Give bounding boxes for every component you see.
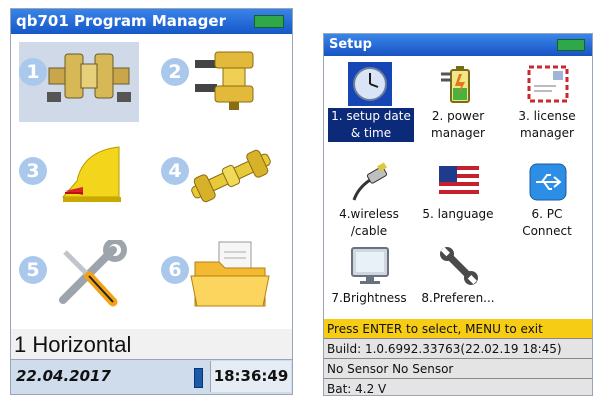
setup-item-label: 5. language (422, 207, 494, 221)
sensor-status: No Sensor No Sensor (324, 359, 592, 379)
date-display: 22.04.2017 (16, 367, 111, 385)
program-tile-settings[interactable]: 5 (19, 240, 139, 320)
flange-coupling-icon (195, 51, 254, 110)
program-tile-files[interactable]: 6 (161, 240, 281, 320)
setup-item-label: 7.Brightness (331, 291, 407, 305)
setup-item-label: 8.Preferen... (421, 291, 495, 305)
status-footer: 22.04.2017 18:36:49 (11, 359, 292, 394)
battery-icon (557, 39, 585, 51)
setup-item-label: 1. setup date & time (328, 108, 414, 142)
setup-item-label: 6. PC Connect (522, 207, 572, 238)
folder-icon (190, 241, 270, 307)
horizontal-machine-icon (47, 53, 131, 102)
license-envelope-icon (527, 65, 569, 103)
program-tile-cardan[interactable]: 4 (161, 141, 281, 221)
battery-voltage: Bat: 4.2 V (324, 379, 592, 395)
setup-item-label: 4.wireless/cable (339, 207, 399, 238)
sensor-icon (194, 368, 203, 388)
time-display: 18:36:49 (210, 361, 291, 392)
setup-item-label: 2. power manager (431, 109, 485, 140)
wrench-icon (440, 247, 478, 285)
program-manager-screen: qb701 Program Manager 1 2 3 4 5 6 1 Hori… (10, 8, 293, 395)
setup-item-label: 3. license manager (518, 109, 576, 140)
program-tile-horizontal[interactable]: 1 (19, 42, 139, 122)
setup-item-power-manager[interactable]: 2. power manager (413, 60, 503, 158)
setup-item-date-time[interactable]: 1. setup date & time (324, 60, 414, 158)
monitor-icon (351, 247, 389, 284)
cable-icon (352, 162, 388, 201)
flag-icon (439, 166, 479, 198)
cardan-shaft-icon (191, 149, 271, 203)
program-grid: 1 2 3 4 5 6 (11, 34, 292, 329)
selected-program-name: 1 Horizontal (11, 329, 292, 359)
battery-icon (254, 15, 284, 28)
setup-title: Setup (329, 37, 372, 52)
setup-titlebar: Setup (324, 34, 592, 56)
softfoot-icon (61, 146, 121, 202)
program-tile-softfoot[interactable]: 3 (19, 141, 139, 221)
setup-item-license-manager[interactable]: 3. license manager (502, 60, 592, 158)
program-tile-flange[interactable]: 2 (161, 42, 281, 122)
setup-item-pc-connect[interactable]: 6. PC Connect (502, 158, 592, 256)
window-title: qb701 Program Manager (16, 12, 226, 30)
hint-bar: Press ENTER to select, MENU to exit (324, 319, 592, 339)
build-info: Build: 1.0.6992.33763(22.02.19 18:45) (324, 339, 592, 359)
program-manager-titlebar: qb701 Program Manager (11, 9, 292, 34)
usb-icon (529, 163, 567, 201)
clock-icon (348, 62, 392, 106)
power-battery-icon (441, 66, 470, 103)
tools-icon (59, 240, 127, 307)
setup-screen: Setup 1. setup date & time 2. power manage… (323, 33, 593, 396)
